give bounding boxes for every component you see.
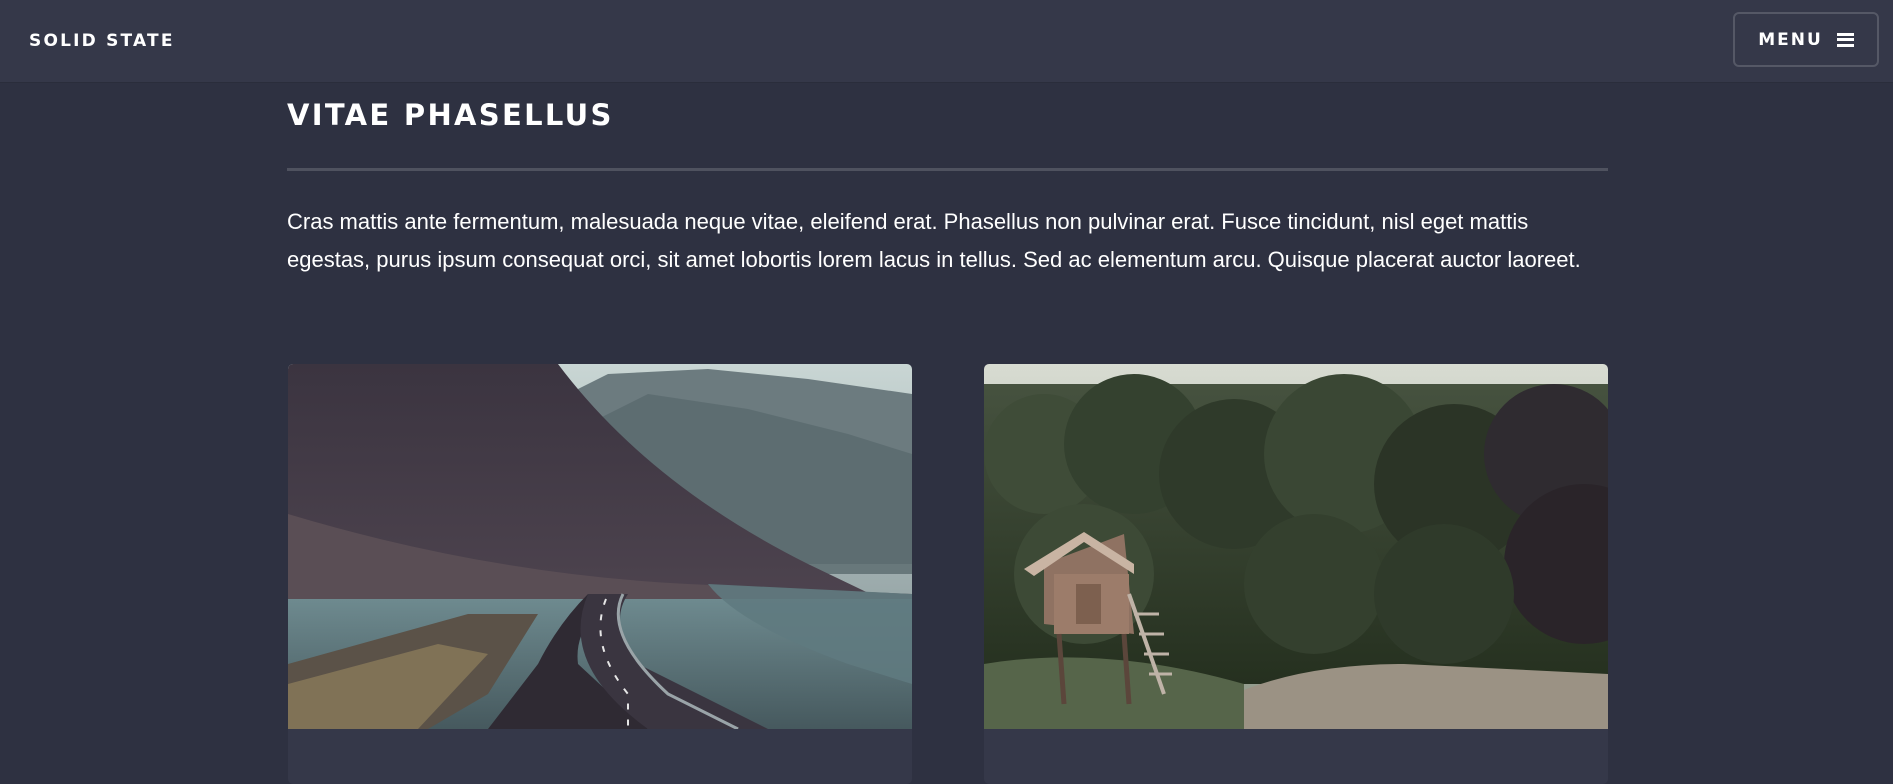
menu-button[interactable]: MENU <box>1733 12 1879 67</box>
site-logo[interactable]: SOLID STATE <box>29 31 175 51</box>
intro-paragraph: Cras mattis ante fermentum, malesuada ne… <box>287 209 1581 272</box>
top-navigation-bar: SOLID STATE MENU <box>0 0 1893 82</box>
feature-card-forest-cabin[interactable] <box>984 364 1608 784</box>
forest-cabin-image[interactable] <box>984 364 1608 729</box>
feature-card-mountain-road[interactable] <box>288 364 912 784</box>
title-divider <box>287 168 1608 171</box>
page-title: VITAE PHASELLUS <box>287 98 614 132</box>
menu-label: MENU <box>1758 29 1823 50</box>
hamburger-icon <box>1836 32 1854 47</box>
mountain-road-image[interactable] <box>288 364 912 729</box>
